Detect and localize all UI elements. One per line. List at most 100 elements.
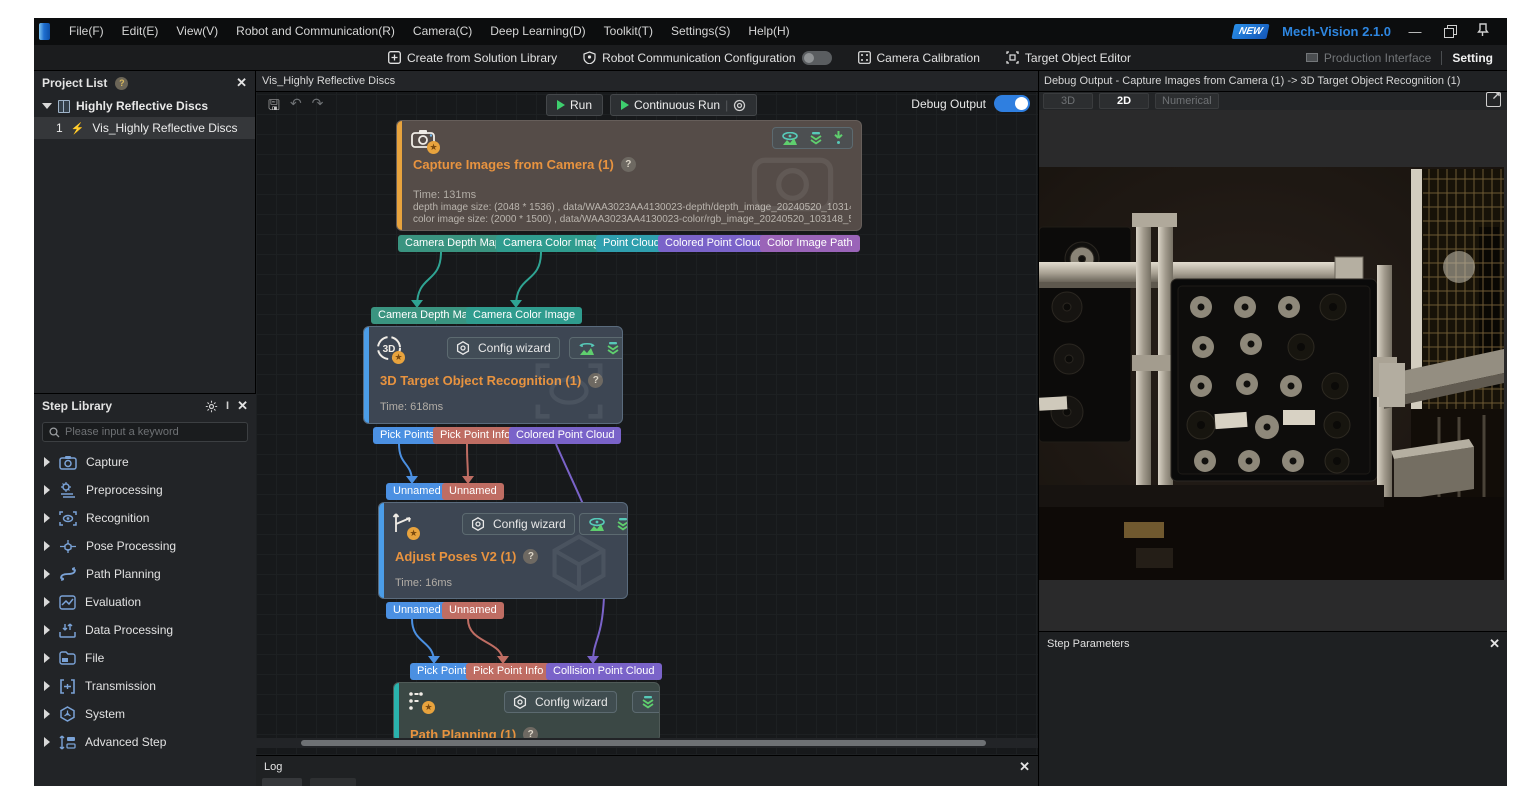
graph-canvas[interactable]: 🖫 ↶ ↷ Run Continuous Run | Debug Output xyxy=(256,92,1038,755)
log-close-icon[interactable]: ✕ xyxy=(1019,759,1030,775)
category-transmission[interactable]: Transmission xyxy=(34,672,256,700)
category-file[interactable]: File xyxy=(34,644,256,672)
expand-caret-icon[interactable] xyxy=(44,597,50,607)
step-search-input[interactable] xyxy=(65,426,235,438)
input-port[interactable]: Unnamed xyxy=(442,483,504,500)
input-port[interactable]: Camera Depth Map xyxy=(371,307,481,324)
output-port[interactable]: Camera Depth Map xyxy=(398,235,508,252)
expand-caret-icon[interactable] xyxy=(44,457,50,467)
category-system[interactable]: System xyxy=(34,700,256,728)
camera-calibration-button[interactable]: Camera Calibration xyxy=(858,51,980,65)
visualization-icon[interactable] xyxy=(588,518,606,531)
continuous-run-button[interactable]: Continuous Run | xyxy=(610,94,757,116)
node-3d-target-object-recognition[interactable]: 3D ★ Config wizard 3D Target Object Reco… xyxy=(363,326,623,424)
project-group-row[interactable]: Highly Reflective Discs xyxy=(34,95,255,117)
input-port[interactable]: Collision Point Cloud xyxy=(546,663,662,680)
robot-communication-configuration-button[interactable]: Robot Communication Configuration xyxy=(583,51,831,65)
download-arrow-icon[interactable] xyxy=(833,131,844,145)
debug-output-toggle[interactable] xyxy=(994,95,1030,112)
collapse-chevrons-icon[interactable] xyxy=(641,696,655,709)
expand-caret-icon[interactable] xyxy=(44,709,50,719)
menu-edit[interactable]: Edit(E) xyxy=(113,18,168,45)
menu-camera[interactable]: Camera(C) xyxy=(404,18,481,45)
config-wizard-button[interactable]: Config wizard xyxy=(504,691,617,713)
log-tab-stub[interactable] xyxy=(262,778,302,786)
category-recognition[interactable]: Recognition xyxy=(34,504,256,532)
log-tab-stub[interactable] xyxy=(310,778,356,786)
step-search-box[interactable] xyxy=(42,422,248,442)
target-object-editor-button[interactable]: Target Object Editor xyxy=(1006,51,1131,65)
input-port[interactable]: Unnamed xyxy=(386,483,448,500)
minimize-button[interactable]: — xyxy=(1405,24,1425,39)
node-help-icon[interactable]: ? xyxy=(621,157,636,172)
project-item-row[interactable]: 1 ⚡ Vis_Highly Reflective Discs xyxy=(34,117,255,139)
output-port[interactable]: Colored Point Cloud xyxy=(658,235,770,252)
category-advanced-step[interactable]: Advanced Step xyxy=(34,728,256,756)
expand-caret-icon[interactable] xyxy=(44,625,50,635)
visualization-icon[interactable] xyxy=(578,342,596,355)
step-library-close-icon[interactable]: ✕ xyxy=(237,398,248,414)
menu-deep-learning[interactable]: Deep Learning(D) xyxy=(481,18,594,45)
menu-view[interactable]: View(V) xyxy=(167,18,227,45)
node-help-icon[interactable]: ? xyxy=(523,549,538,564)
run-button[interactable]: Run xyxy=(546,94,603,116)
category-capture[interactable]: Capture xyxy=(34,448,256,476)
output-port[interactable]: Pick Points xyxy=(373,427,441,444)
output-port[interactable]: Colored Point Cloud xyxy=(509,427,621,444)
output-port[interactable]: Color Image Path xyxy=(760,235,860,252)
output-port[interactable]: Unnamed xyxy=(442,602,504,619)
input-port[interactable]: Camera Color Image xyxy=(466,307,582,324)
output-port[interactable]: Point Cloud xyxy=(596,235,667,252)
project-tab[interactable]: Vis_Highly Reflective Discs xyxy=(256,71,1038,92)
category-evaluation[interactable]: Evaluation xyxy=(34,588,256,616)
menu-toolkit[interactable]: Toolkit(T) xyxy=(595,18,662,45)
menu-help[interactable]: Help(H) xyxy=(739,18,798,45)
open-external-icon[interactable] xyxy=(1486,92,1501,107)
category-preprocessing[interactable]: Preprocessing xyxy=(34,476,256,504)
collapse-chevrons-icon[interactable] xyxy=(616,518,628,531)
menu-settings[interactable]: Settings(S) xyxy=(662,18,739,45)
category-pose-processing[interactable]: Pose Processing xyxy=(34,532,256,560)
node-capture-images-from-camera[interactable]: ★ Capture Images from Camera (1) ? Time:… xyxy=(396,120,862,231)
tab-3d[interactable]: 3D xyxy=(1043,93,1093,109)
robot-communication-toggle[interactable] xyxy=(802,51,832,65)
expand-caret-icon[interactable] xyxy=(44,681,50,691)
project-list-help-icon[interactable]: ? xyxy=(115,77,128,90)
expand-caret-icon[interactable] xyxy=(44,569,50,579)
expand-caret-icon[interactable] xyxy=(44,513,50,523)
expand-caret-icon[interactable] xyxy=(44,485,50,495)
expand-caret-icon[interactable] xyxy=(44,541,50,551)
input-port[interactable]: Pick Point Info xyxy=(466,663,550,680)
menu-robot-communication[interactable]: Robot and Communication(R) xyxy=(227,18,404,45)
collapse-chevrons-icon[interactable] xyxy=(809,132,823,145)
output-port[interactable]: Camera Color Image xyxy=(496,235,612,252)
restore-button[interactable] xyxy=(1439,24,1459,39)
setting-button[interactable]: Setting xyxy=(1452,51,1499,65)
expand-caret-icon[interactable] xyxy=(44,653,50,663)
collapse-caret-icon[interactable] xyxy=(42,103,52,109)
debug-image-viewer[interactable] xyxy=(1039,110,1507,631)
node-adjust-poses-v2[interactable]: ★ Config wizard Adjust Poses V2 (1) ? Ti… xyxy=(378,502,628,599)
undo-button[interactable]: ↶ xyxy=(290,95,302,119)
project-list-close-icon[interactable]: ✕ xyxy=(236,75,247,91)
collapse-chevrons-icon[interactable] xyxy=(606,342,620,355)
run-settings-icon[interactable] xyxy=(733,99,746,112)
output-port[interactable]: Unnamed xyxy=(386,602,448,619)
config-wizard-button[interactable]: Config wizard xyxy=(447,337,560,359)
category-path-planning[interactable]: Path Planning xyxy=(34,560,256,588)
tab-2d[interactable]: 2D xyxy=(1099,93,1149,109)
pin-button[interactable] xyxy=(1473,23,1493,40)
output-port[interactable]: Pick Point Info xyxy=(433,427,517,444)
menu-file[interactable]: File(F) xyxy=(60,18,113,45)
pin-panel-icon[interactable]: I xyxy=(226,400,229,412)
save-button[interactable]: 🖫 xyxy=(268,95,280,119)
production-interface-button[interactable]: Production Interface xyxy=(1306,51,1431,65)
category-data-processing[interactable]: Data Processing xyxy=(34,616,256,644)
create-from-solution-library-button[interactable]: Create from Solution Library xyxy=(388,51,557,65)
redo-button[interactable]: ↷ xyxy=(312,95,324,119)
expand-caret-icon[interactable] xyxy=(44,737,50,747)
gear-icon[interactable] xyxy=(205,400,218,413)
node-path-planning[interactable]: ★ Config wizard Path Planning (1) ? xyxy=(393,682,660,742)
visualization-icon[interactable] xyxy=(781,132,799,145)
scrollbar-thumb[interactable] xyxy=(301,740,986,746)
